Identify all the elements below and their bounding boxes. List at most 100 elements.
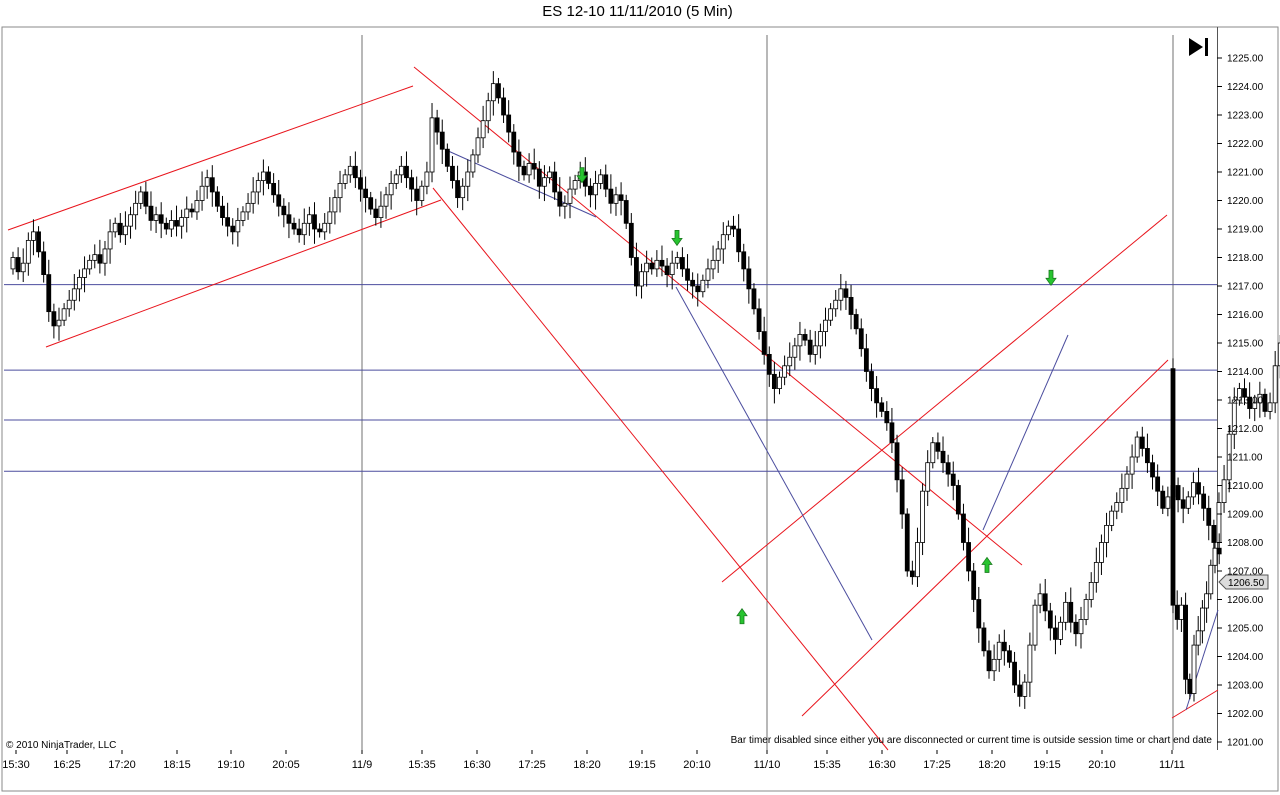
candle-body [542,177,547,187]
candle-body [1058,621,1063,640]
candle-body [97,254,103,264]
candle-body [751,288,757,310]
candle-body [792,345,798,358]
trendline [801,359,1169,717]
x-tick-label: 11/9 [352,759,373,771]
candle-body [148,205,154,221]
time-axis: 15:30 16:25 17:20 18:15 19:10 20:05 11/9 15:35 1… [2,750,1185,771]
candle-body [1208,564,1214,595]
candle-body [276,194,282,207]
candle-body [480,120,486,139]
candle-body [1139,436,1145,449]
candle-body [46,274,52,313]
end-bar-icon [1205,38,1208,56]
candle-body [838,288,844,301]
candle-body [419,185,425,201]
x-tick-label: 19:15 [628,759,656,771]
candle-body [56,319,62,327]
x-tick-label: 15:30 [2,759,30,771]
candle-body [158,214,164,224]
candle-body [1160,490,1166,509]
candle-body [225,217,231,227]
candle-body [209,177,215,193]
candle-body [460,185,466,199]
candle-body [680,257,685,270]
candle-body [485,100,491,122]
candle-body [511,131,517,153]
candle-body [1195,630,1201,646]
candle-body [756,308,762,332]
candle-body [904,513,910,572]
candle-body [874,388,879,404]
candle-body [1183,604,1188,680]
candle-body [823,319,828,333]
x-tick-label: 16:30 [463,759,491,771]
y-tick-label: 1222.00 [1227,139,1264,150]
candle-body [925,462,931,492]
candle-body [1083,599,1089,620]
candle-body [935,442,941,452]
plot-frame [1,26,1279,792]
candle-body [1216,547,1222,555]
candle-body [736,228,742,253]
candle-body [695,285,701,293]
skip-to-end-icon[interactable] [1189,38,1208,56]
candle-body [199,185,205,201]
candle-body [112,222,118,233]
down-arrow-icon [1045,269,1057,286]
candle-body [1022,681,1028,697]
candle-body [347,165,353,176]
price-chart[interactable]: 1201.00 1202.00 1203.00 1204.00 1205.00 1206.… [0,0,1280,795]
candle-body [746,268,752,290]
y-tick-label: 1212.00 [1227,424,1264,435]
candle-body [654,259,660,270]
candle-body [317,228,323,233]
candle-body [991,658,997,672]
candle-body [414,188,420,201]
y-tick-label: 1202.00 [1227,709,1264,720]
candle-body [138,191,144,204]
candle-body [496,83,501,99]
candle-body [889,422,895,444]
candle-body [439,131,445,150]
candle-body [41,251,47,276]
y-tick-label: 1216.00 [1227,310,1264,321]
candle-body [1027,644,1033,683]
y-tick-label: 1214.00 [1227,367,1264,378]
trendline [675,286,873,641]
current-price-label: 1206.50 [1228,578,1265,589]
candle-body [853,314,859,330]
candle-body [516,151,522,167]
candle-body [20,262,26,273]
candle-body [710,259,716,270]
y-tick-label: 1209.00 [1227,510,1264,521]
x-tick-label: 18:20 [573,759,601,771]
candle-body [342,174,348,184]
candle-body [1262,393,1268,412]
candle-body [204,177,210,187]
candle-body [945,462,951,475]
candle-body [312,214,317,230]
candle-body [1204,593,1209,609]
x-tick-label: 20:10 [683,759,711,771]
copyright-label: © 2010 NinjaTrader, LLC [6,740,116,751]
candle-body [1007,650,1012,663]
candle-body [1175,485,1181,501]
candle-body [950,473,956,486]
candle-body [1145,448,1150,464]
candle-body [296,228,302,236]
candle-body [1078,619,1084,635]
candle-body [771,373,777,390]
candle-body [102,248,108,264]
candle-body [174,220,179,227]
candle-body [961,513,966,543]
candle-body [899,479,905,515]
y-tick-label: 1225.00 [1227,54,1264,65]
candle-body [828,308,833,321]
candle-body [383,194,389,207]
candle-body [869,371,874,390]
candle-body [409,177,414,190]
x-tick-label: 16:25 [53,759,81,771]
candle-body [598,174,604,184]
candle-body [235,220,241,233]
